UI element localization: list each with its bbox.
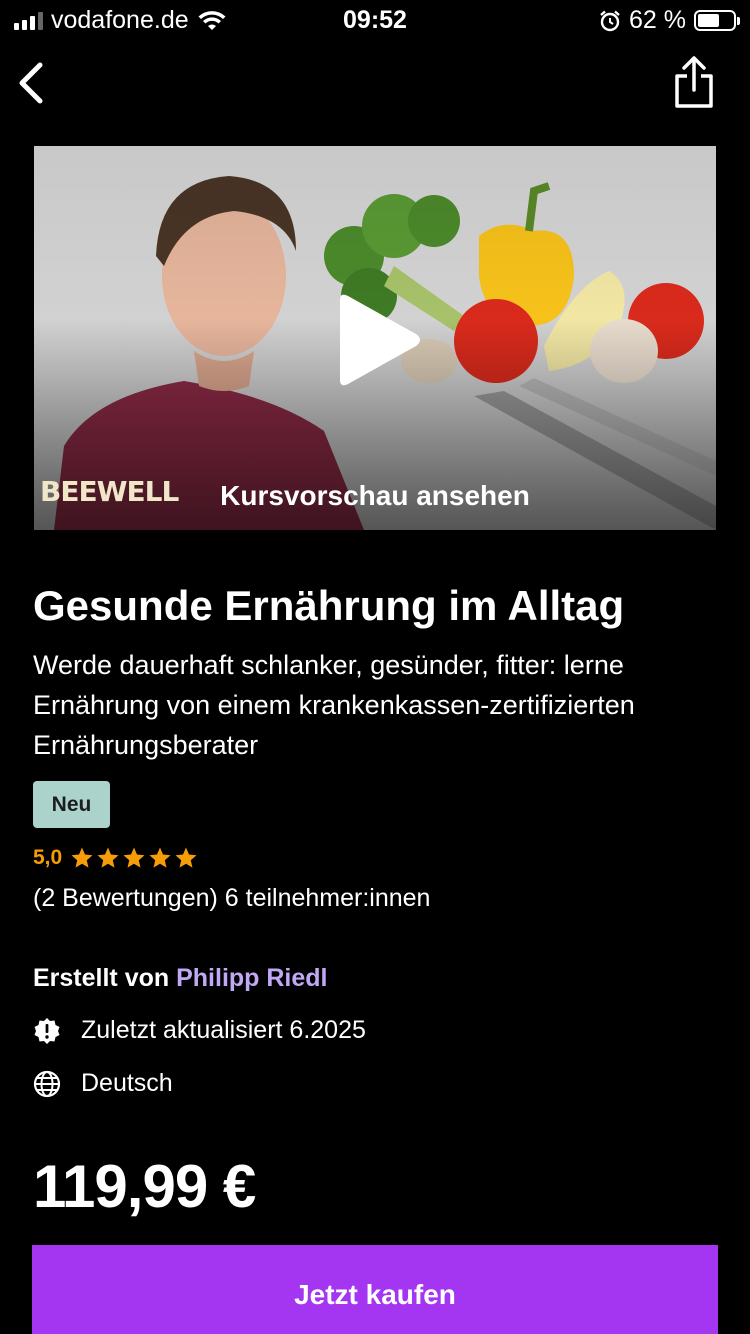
course-subtitle: Werde dauerhaft schlanker, gesünder, fit… bbox=[33, 650, 635, 760]
star-icon bbox=[149, 847, 171, 868]
course-detail-page: vodafone.de 09:52 62 % BEEWELL Kursvorsc… bbox=[0, 0, 750, 1334]
language-row: Deutsch bbox=[33, 1069, 173, 1098]
battery-percent: 62 % bbox=[629, 6, 686, 34]
new-badge: Neu bbox=[33, 781, 110, 828]
rating-row: 5,0 bbox=[33, 846, 198, 870]
star-icon bbox=[71, 847, 93, 868]
share-button[interactable] bbox=[672, 56, 716, 110]
battery-fill bbox=[698, 14, 720, 27]
back-button[interactable] bbox=[14, 58, 54, 108]
status-bar: vodafone.de 09:52 62 % bbox=[0, 0, 750, 42]
rating-stars bbox=[70, 846, 198, 870]
chevron-left-icon bbox=[19, 62, 43, 104]
alert-badge-icon bbox=[34, 1017, 60, 1044]
preview-label: Kursvorschau ansehen bbox=[220, 480, 530, 511]
share-icon bbox=[675, 56, 713, 108]
battery-icon bbox=[694, 10, 740, 31]
last-updated-text: Zuletzt aktualisiert 6.2025 bbox=[81, 1016, 366, 1044]
reviews-and-students: (2 Bewertungen) 6 teilnehmer:innen bbox=[33, 884, 431, 912]
buy-now-button[interactable]: Jetzt kaufen bbox=[32, 1245, 718, 1334]
star-icon bbox=[123, 847, 145, 868]
created-by-label: Erstellt von bbox=[33, 964, 170, 992]
course-price: 119,99 € bbox=[33, 1153, 256, 1220]
last-updated-row: Zuletzt aktualisiert 6.2025 bbox=[33, 1016, 366, 1045]
instructor-link[interactable]: Philipp Riedl bbox=[176, 964, 327, 992]
play-icon[interactable] bbox=[334, 292, 424, 388]
rating-value: 5,0 bbox=[33, 846, 63, 869]
status-right: 62 % bbox=[599, 6, 740, 35]
star-icon bbox=[175, 847, 197, 868]
star-icon bbox=[97, 847, 119, 868]
course-title: Gesunde Ernährung im Alltag bbox=[33, 582, 625, 629]
alarm-icon bbox=[600, 10, 620, 31]
course-preview-video[interactable]: BEEWELL Kursvorschau ansehen bbox=[34, 146, 716, 530]
globe-icon bbox=[33, 1070, 61, 1097]
creator-line: Erstellt von Philipp Riedl bbox=[33, 964, 328, 993]
language-text: Deutsch bbox=[81, 1069, 173, 1097]
